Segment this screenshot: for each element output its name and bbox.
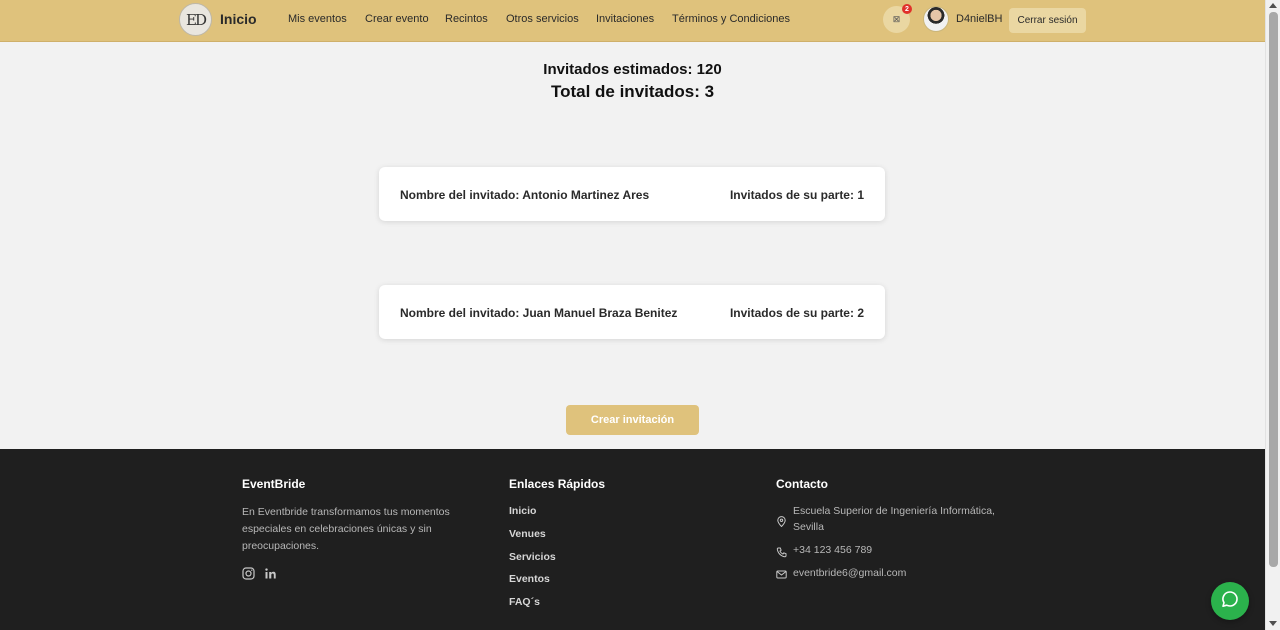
footer-brand-title: EventBride — [242, 477, 306, 491]
estimated-guests-heading: Invitados estimados: 120 — [543, 61, 722, 78]
footer: EventBride En Eventbride transformamos t… — [0, 449, 1265, 630]
user-avatar[interactable] — [923, 6, 949, 32]
nav-link-terminos[interactable]: Términos y Condiciones — [672, 13, 790, 25]
footer-link-venues[interactable]: Venues — [509, 528, 546, 540]
linkedin-icon[interactable] — [264, 567, 277, 580]
mail-icon — [776, 567, 787, 579]
nav-link-otros-servicios[interactable]: Otros servicios — [506, 13, 579, 25]
guest-card: Nombre del invitado: Antonio Martinez Ar… — [379, 167, 885, 221]
phone-icon — [776, 545, 787, 558]
contact-phone: +34 123 456 789 — [793, 544, 873, 556]
guest-companions: Invitados de su parte: 1 — [729, 188, 864, 202]
footer-description: En Eventbride transformamos tus momentos… — [242, 506, 450, 552]
username[interactable]: D4nielBH — [956, 13, 1002, 25]
nav-home-link[interactable]: Inicio — [220, 11, 257, 27]
guest-card: Nombre del invitado: Juan Manuel Braza B… — [379, 285, 885, 339]
footer-link-eventos[interactable]: Eventos — [509, 573, 550, 585]
logout-button[interactable]: Cerrar sesión — [1009, 8, 1086, 33]
total-guests-heading: Total de invitados: 3 — [550, 82, 715, 101]
contact-address: Escuela Superior de Ingeniería Informáti… — [793, 505, 995, 533]
page-scrollbar[interactable] — [1265, 0, 1280, 630]
instagram-icon[interactable] — [242, 567, 255, 580]
guest-companions: Invitados de su parte: 2 — [729, 306, 864, 320]
guest-name: Nombre del invitado: Juan Manuel Braza B… — [400, 306, 678, 320]
nav-link-recintos[interactable]: Recintos — [445, 13, 488, 25]
create-invitation-button[interactable]: Crear invitación — [566, 405, 699, 435]
chat-bubble-icon — [1221, 590, 1239, 613]
brand-logo[interactable]: ED — [179, 3, 212, 36]
contact-email[interactable]: eventbride6@gmail.com — [793, 565, 906, 581]
scrollbar-thumb[interactable] — [1269, 12, 1278, 567]
nav-link-mis-eventos[interactable]: Mis eventos — [288, 13, 347, 25]
footer-link-faqs[interactable]: FAQ´s — [509, 596, 540, 608]
footer-links-title: Enlaces Rápidos — [509, 477, 606, 491]
chat-button[interactable] — [1211, 582, 1249, 620]
footer-link-inicio[interactable]: Inicio — [509, 505, 536, 517]
guest-name: Nombre del invitado: Antonio Martinez Ar… — [400, 188, 650, 202]
scroll-up-arrow-icon[interactable] — [1269, 3, 1277, 8]
nav-link-invitaciones[interactable]: Invitaciones — [596, 13, 654, 25]
footer-contact-title: Contacto — [776, 477, 828, 491]
scroll-down-arrow-icon[interactable] — [1269, 621, 1277, 626]
message-icon: ⊠ — [892, 14, 901, 24]
top-navbar: ED Inicio Mis eventos Crear evento Recin… — [0, 0, 1265, 42]
nav-link-crear-evento[interactable]: Crear evento — [365, 13, 429, 25]
notification-badge: 2 — [902, 4, 912, 14]
footer-link-servicios[interactable]: Servicios — [509, 551, 556, 563]
location-pin-icon — [776, 514, 787, 528]
